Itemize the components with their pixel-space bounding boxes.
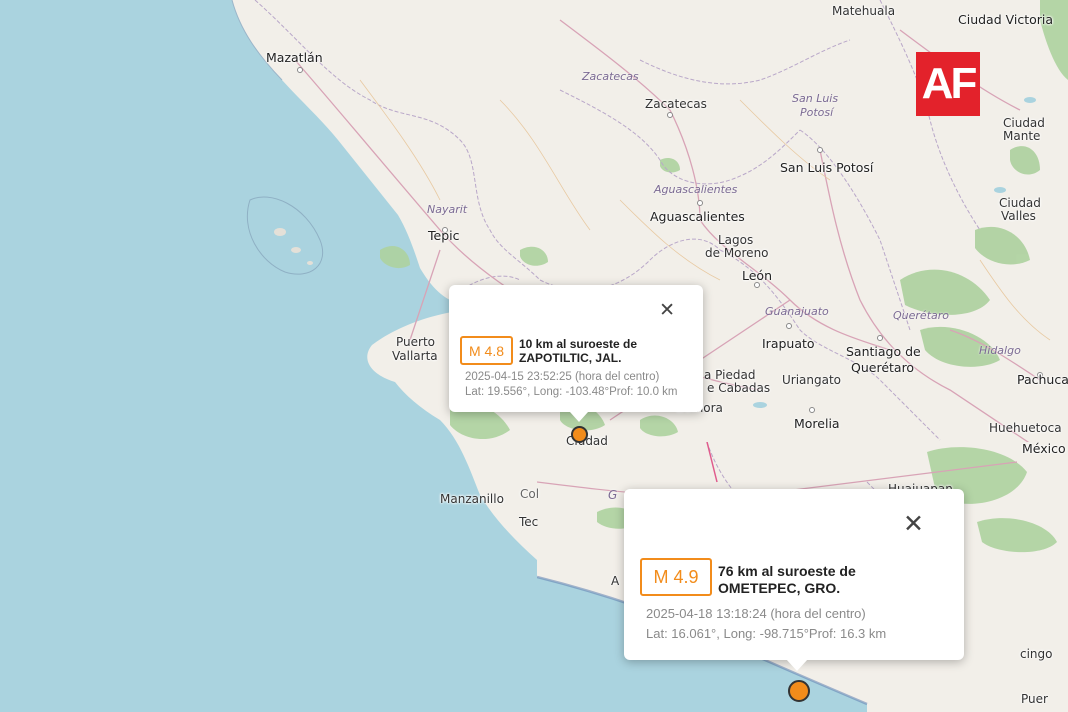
- label-aguascalientes-state: Aguascalientes: [654, 183, 738, 196]
- close-icon[interactable]: ✕: [903, 511, 924, 536]
- label-ciudad-valles-2: Valles: [1001, 209, 1036, 223]
- label-lagos-2: de Moreno: [705, 246, 769, 260]
- label-uriangato: Uriangato: [782, 373, 842, 387]
- label-puerto-vallarta-2: Vallarta: [392, 349, 438, 363]
- label-guerrero-partial: G: [608, 488, 618, 502]
- label-la-piedad-2: e Cabadas: [707, 381, 771, 395]
- label-nayarit: Nayarit: [427, 203, 468, 216]
- label-hidalgo: Hidalgo: [979, 344, 1021, 357]
- label-tecoman-partial: Tec: [519, 515, 539, 529]
- label-manzanillo: Manzanillo: [440, 492, 504, 506]
- label-ciudad-valles-1: Ciudad: [999, 196, 1041, 210]
- label-aguascalientes-city: Aguascalientes: [650, 209, 745, 224]
- label-zacatecas-city: Zacatecas: [645, 97, 707, 111]
- label-pachuca: Pachuca: [1017, 372, 1068, 387]
- popup-pointer: [570, 412, 588, 422]
- label-santiago-1: Santiago de: [846, 344, 921, 359]
- af-logo-text: AF: [921, 59, 978, 108]
- quake-datetime: 2025-04-18 13:18:24 (hora del centro): [646, 606, 866, 621]
- quake-title-line1: 76 km al suroeste de: [718, 563, 856, 579]
- quake-coords: Lat: 19.556°, Long: -103.48°Prof: 10.0 k…: [465, 386, 678, 398]
- quake-popup-ometepec: ✕ M 4.9 76 km al suroeste de OMETEPEC, G…: [624, 489, 964, 671]
- label-zacatecas-state: Zacatecas: [582, 70, 639, 83]
- label-guanajuato-state: Guanajuato: [765, 305, 829, 318]
- popup-pointer: [786, 659, 808, 671]
- quake-coords: Lat: 16.061°, Long: -98.715°Prof: 16.3 k…: [646, 626, 887, 641]
- label-tepic: Tepic: [428, 228, 460, 243]
- label-cingo-partial: cingo: [1020, 647, 1053, 661]
- quake-title-line2: OMETEPEC, GRO.: [718, 580, 841, 596]
- label-santiago-2: Querétaro: [851, 360, 915, 375]
- label-colima-partial: Col: [520, 487, 540, 501]
- label-slp-state-1: San Luis: [792, 92, 839, 105]
- label-huehuetoca: Huehuetoca: [989, 421, 1062, 435]
- label-mazatlan: Mazatlán: [266, 50, 323, 65]
- magnitude-badge: M 4.9: [640, 558, 712, 596]
- label-san-luis-potosi: San Luis Potosí: [780, 160, 874, 175]
- label-puerto-vallarta-1: Puerto: [396, 335, 435, 349]
- magnitude-badge: M 4.8: [460, 336, 513, 365]
- label-puerto-partial: Puer: [1021, 692, 1048, 706]
- quake-datetime: 2025-04-15 23:52:25 (hora del centro): [465, 371, 660, 383]
- af-logo: AF: [916, 52, 980, 116]
- label-la-piedad-1: a Piedad: [704, 368, 756, 382]
- label-queretaro-state: Querétaro: [893, 309, 949, 322]
- label-acapulco-partial: A: [611, 574, 620, 588]
- label-mexico: México: [1022, 441, 1066, 456]
- close-icon[interactable]: ✕: [659, 301, 675, 320]
- label-morelia: Morelia: [794, 416, 840, 431]
- label-matehuala: Matehuala: [832, 4, 896, 18]
- label-slp-state-2: Potosí: [800, 106, 834, 119]
- label-ciudad-mante-1: Ciudad: [1003, 116, 1045, 130]
- label-ciudad-mante-2: Mante: [1003, 129, 1041, 143]
- label-lagos-1: Lagos: [718, 233, 754, 247]
- quake-title-line1: 10 km al suroeste de: [519, 337, 638, 351]
- quake-popup-zapotiltic: ✕ M 4.8 10 km al suroeste de ZAPOTILTIC,…: [449, 285, 703, 422]
- label-leon: León: [742, 268, 773, 283]
- label-irapuato: Irapuato: [762, 336, 815, 351]
- quake-marker-ometepec[interactable]: [788, 680, 810, 702]
- quake-title-line2: ZAPOTILTIC, JAL.: [519, 351, 622, 365]
- quake-marker-zapotiltic[interactable]: [571, 426, 588, 443]
- label-ciudad-victoria: Ciudad Victoria: [958, 12, 1054, 27]
